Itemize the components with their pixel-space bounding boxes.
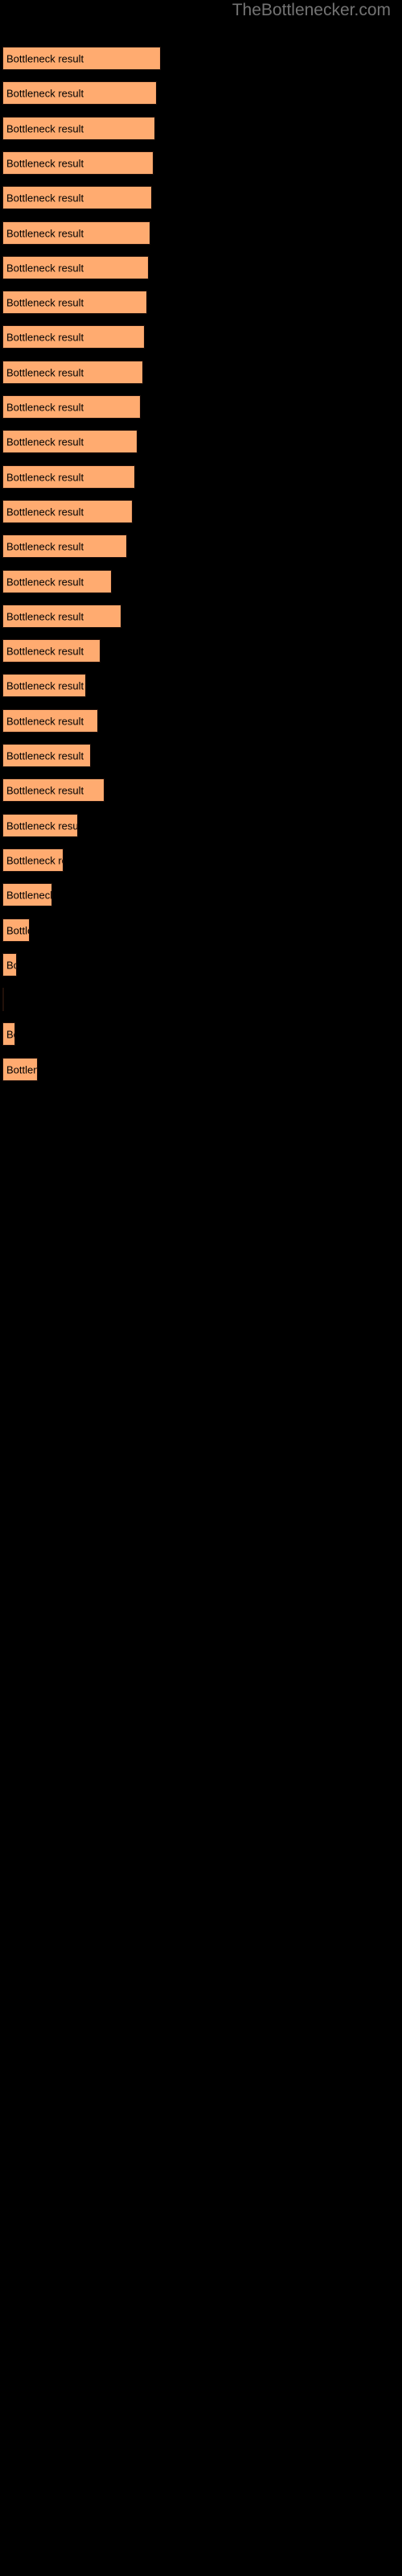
chart-canvas: TheBottlenecker.com Bottleneck result Bot… <box>0 0 402 2576</box>
bar-label: Bottleneck result <box>6 854 63 866</box>
bar-row: Bottleneck result <box>0 919 402 942</box>
bar-label: Bottleneck result <box>6 959 16 971</box>
bar-label: Bottleneck result <box>6 540 84 552</box>
bar-12[interactable]: Bottleneck result <box>2 430 137 453</box>
bar-label: Bottleneck result <box>6 679 84 691</box>
bar-23[interactable]: Bottleneck result <box>2 814 78 837</box>
bar-22[interactable]: Bottleneck result <box>2 778 105 802</box>
bar-row: Bottleneck result <box>0 395 402 419</box>
bar-29[interactable]: Bottleneck result <box>2 1022 15 1046</box>
bar-row: Bottleneck result <box>0 988 402 1011</box>
bar-label: Bottleneck result <box>6 610 84 622</box>
bar-1[interactable]: Bottleneck result <box>2 47 161 70</box>
bar-14[interactable]: Bottleneck result <box>2 500 133 523</box>
bar-row: Bottleneck result <box>0 361 402 384</box>
bar-row: Bottleneck result <box>0 605 402 628</box>
bar-label: Bottleneck result <box>6 576 84 588</box>
bar-5[interactable]: Bottleneck result <box>2 186 152 209</box>
bar-20[interactable]: Bottleneck result <box>2 709 98 733</box>
bar-28[interactable]: Bottleneck result <box>2 988 4 1011</box>
bar-label: Bottleneck result <box>6 331 84 343</box>
bar-label: Bottleneck result <box>6 192 84 204</box>
bar-25[interactable]: Bottleneck result <box>2 883 52 906</box>
bar-label: Bottleneck result <box>6 1063 37 1075</box>
bar-30[interactable]: Bottleneck result <box>2 1058 38 1081</box>
bar-4[interactable]: Bottleneck result <box>2 151 154 175</box>
bar-label: Bottleneck result <box>6 262 84 274</box>
bar-15[interactable]: Bottleneck result <box>2 535 127 558</box>
bar-row: Bottleneck result <box>0 953 402 976</box>
bar-label: Bottleneck result <box>6 401 84 413</box>
bar-label: Bottleneck result <box>6 157 84 169</box>
bar-row: Bottleneck result <box>0 709 402 733</box>
bar-2[interactable]: Bottleneck result <box>2 81 157 105</box>
bar-row: Bottleneck result <box>0 639 402 663</box>
bar-row: Bottleneck result <box>0 814 402 837</box>
bar-row: Bottleneck result <box>0 1058 402 1081</box>
bar-7[interactable]: Bottleneck result <box>2 256 149 279</box>
bar-8[interactable]: Bottleneck result <box>2 291 147 314</box>
bar-row: Bottleneck result <box>0 151 402 175</box>
bar-row: Bottleneck result <box>0 500 402 523</box>
bar-label: Bottleneck result <box>6 52 84 64</box>
bar-3[interactable]: Bottleneck result <box>2 117 155 140</box>
bar-18[interactable]: Bottleneck result <box>2 639 100 663</box>
bar-9[interactable]: Bottleneck result <box>2 325 145 349</box>
bar-label: Bottleneck result <box>6 645 84 657</box>
bar-row: Bottleneck result <box>0 430 402 453</box>
bar-label: Bottleneck result <box>6 471 84 483</box>
bar-27[interactable]: Bottleneck result <box>2 953 17 976</box>
bar-row: Bottleneck result <box>0 883 402 906</box>
bar-row: Bottleneck result <box>0 325 402 349</box>
bar-13[interactable]: Bottleneck result <box>2 465 135 489</box>
bar-row: Bottleneck result <box>0 535 402 558</box>
bar-label: Bottleneck result <box>6 506 84 518</box>
bar-26[interactable]: Bottleneck result <box>2 919 30 942</box>
bar-row: Bottleneck result <box>0 47 402 70</box>
bar-label: Bottleneck result <box>6 296 84 308</box>
bar-10[interactable]: Bottleneck result <box>2 361 143 384</box>
bar-row: Bottleneck result <box>0 744 402 767</box>
bar-row: Bottleneck result <box>0 81 402 105</box>
bar-label: Bottleneck result <box>6 715 84 727</box>
bar-11[interactable]: Bottleneck result <box>2 395 141 419</box>
bar-label: Bottleneck result <box>6 227 84 239</box>
bar-row: Bottleneck result <box>0 848 402 872</box>
bar-row: Bottleneck result <box>0 674 402 697</box>
bar-6[interactable]: Bottleneck result <box>2 221 150 245</box>
bar-row: Bottleneck result <box>0 256 402 279</box>
bar-row: Bottleneck result <box>0 117 402 140</box>
bar-label: Bottleneck result <box>6 819 78 832</box>
bar-row: Bottleneck result <box>0 570 402 593</box>
bar-row: Bottleneck result <box>0 221 402 245</box>
bar-16[interactable]: Bottleneck result <box>2 570 112 593</box>
bar-row: Bottleneck result <box>0 1022 402 1046</box>
bar-label: Bottleneck result <box>6 87 84 99</box>
bar-label: Bottleneck result <box>6 1028 14 1040</box>
bar-label: Bottleneck result <box>6 366 84 378</box>
bar-label: Bottleneck result <box>6 749 84 762</box>
bar-label: Bottleneck result <box>6 436 84 448</box>
bar-row: Bottleneck result <box>0 186 402 209</box>
bar-label: Bottleneck result <box>6 784 84 796</box>
bar-21[interactable]: Bottleneck result <box>2 744 91 767</box>
bar-label: Bottleneck result <box>6 924 29 936</box>
bar-17[interactable]: Bottleneck result <box>2 605 121 628</box>
bar-series: Bottleneck result Bottleneck result Bottle… <box>0 0 402 2576</box>
bar-row: Bottleneck result <box>0 465 402 489</box>
bar-label: Bottleneck result <box>6 889 52 901</box>
bar-19[interactable]: Bottleneck result <box>2 674 86 697</box>
bar-row: Bottleneck result <box>0 291 402 314</box>
bar-24[interactable]: Bottleneck result <box>2 848 64 872</box>
bar-row: Bottleneck result <box>0 778 402 802</box>
bar-label: Bottleneck result <box>6 122 84 134</box>
